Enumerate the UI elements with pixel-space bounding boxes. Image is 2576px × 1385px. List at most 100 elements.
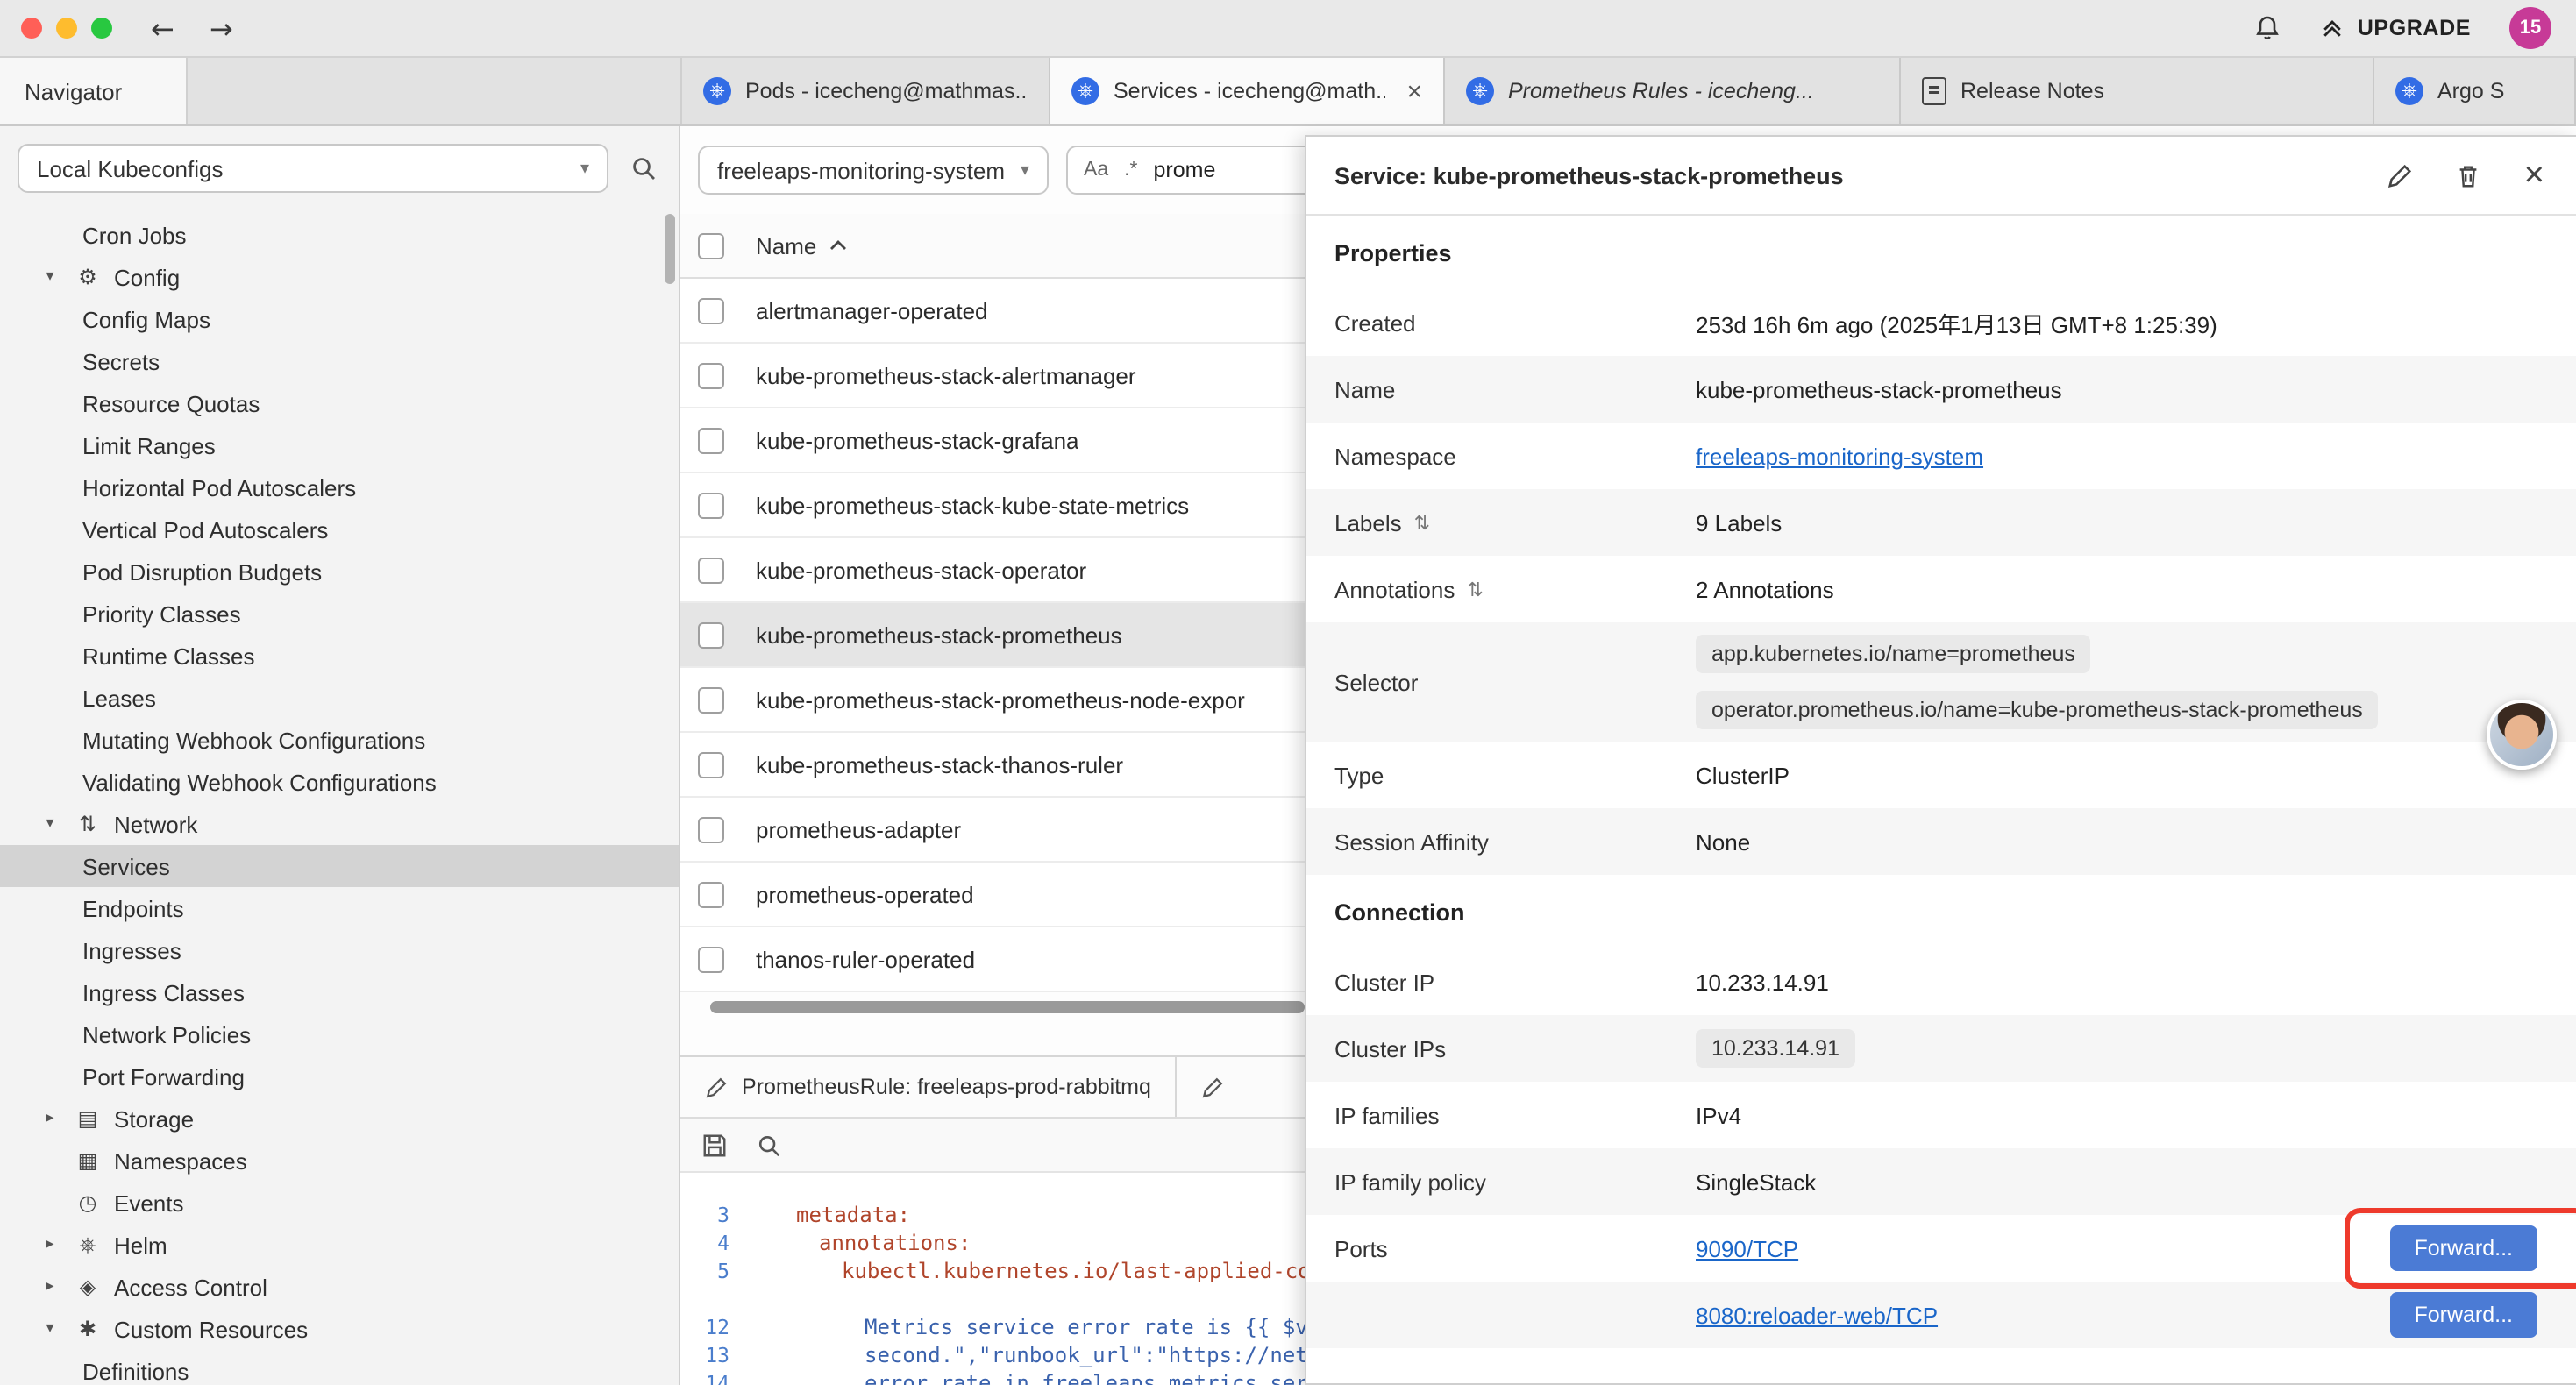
tab-label: Prometheus Rules - icecheng... xyxy=(1508,79,1878,103)
editor-search-icon[interactable] xyxy=(756,1132,782,1158)
sidebar-item-secrets[interactable]: Secrets xyxy=(0,340,679,382)
sidebar-item-storage[interactable]: ▸▤Storage xyxy=(0,1097,679,1140)
sidebar-item-label: Mutating Webhook Configurations xyxy=(82,727,425,753)
port-link[interactable]: 8080:reloader-web/TCP xyxy=(1696,1302,1938,1328)
sidebar-item-runtime-classes[interactable]: Runtime Classes xyxy=(0,635,679,677)
section-title-properties: Properties xyxy=(1306,216,2576,289)
tab-argo-s[interactable]: ⎈Argo S xyxy=(2374,58,2576,124)
account-badge[interactable]: 15 xyxy=(2509,7,2551,49)
namespace-link[interactable]: freeleaps-monitoring-system xyxy=(1696,443,1983,469)
sidebar-item-label: Events xyxy=(114,1190,184,1216)
detail-label-text: IP family policy xyxy=(1334,1168,1486,1195)
select-all-checkbox[interactable] xyxy=(698,232,724,259)
dock-tab-prometheusrule-freeleaps-prod-rabbitmq[interactable]: PrometheusRule: freeleaps-prod-rabbitmq xyxy=(680,1057,1178,1117)
detail-label: Ports xyxy=(1334,1235,1696,1261)
sidebar-item-endpoints[interactable]: Endpoints xyxy=(0,887,679,929)
row-checkbox[interactable] xyxy=(698,881,724,907)
regex-toggle[interactable]: .* xyxy=(1124,160,1137,181)
detail-label: Name xyxy=(1334,376,1696,402)
sidebar-item-mutating-webhook-configurations[interactable]: Mutating Webhook Configurations xyxy=(0,719,679,761)
port-link[interactable]: 9090/TCP xyxy=(1696,1235,1798,1261)
value-text: IPv4 xyxy=(1696,1102,1741,1128)
sidebar-item-services[interactable]: Services xyxy=(0,845,679,887)
kubeconfig-select[interactable]: Local Kubeconfigs ▾ xyxy=(18,144,608,193)
sidebar-item-label: Access Control xyxy=(114,1274,267,1300)
detail-row-session-affinity: Session AffinityNone xyxy=(1306,808,2576,875)
row-checkbox[interactable] xyxy=(698,686,724,713)
row-checkbox[interactable] xyxy=(698,946,724,972)
sidebar-item-definitions[interactable]: Definitions xyxy=(0,1350,679,1385)
tab-release-notes[interactable]: Release Notes xyxy=(1901,58,2374,124)
row-checkbox[interactable] xyxy=(698,557,724,583)
value-chip: app.kubernetes.io/name=prometheus xyxy=(1696,635,2091,673)
sidebar-item-ingress-classes[interactable]: Ingress Classes xyxy=(0,971,679,1013)
sidebar-item-namespaces[interactable]: ▦Namespaces xyxy=(0,1140,679,1182)
sidebar-item-access-control[interactable]: ▸◈Access Control xyxy=(0,1266,679,1308)
match-case-toggle[interactable]: Aa xyxy=(1084,160,1108,181)
notifications-bell-icon[interactable] xyxy=(2254,14,2282,42)
sidebar-item-config[interactable]: ▾⚙Config xyxy=(0,256,679,298)
close-tab-icon[interactable]: × xyxy=(1406,76,1422,106)
sidebar-item-horizontal-pod-autoscalers[interactable]: Horizontal Pod Autoscalers xyxy=(0,466,679,508)
sidebar-item-label: Pod Disruption Budgets xyxy=(82,558,322,585)
row-checkbox[interactable] xyxy=(698,297,724,323)
sidebar-item-priority-classes[interactable]: Priority Classes xyxy=(0,593,679,635)
forward-button[interactable]: Forward... xyxy=(2389,1292,2537,1338)
sidebar-item-label: Validating Webhook Configurations xyxy=(82,769,437,795)
edit-icon[interactable] xyxy=(2387,162,2414,188)
upgrade-button[interactable]: UPGRADE xyxy=(2321,16,2471,40)
row-checkbox[interactable] xyxy=(698,362,724,388)
tab-pods-icecheng-mathmas[interactable]: ⎈Pods - icecheng@mathmas... xyxy=(682,58,1050,124)
delete-icon[interactable] xyxy=(2456,162,2482,188)
tab-services-icecheng-math[interactable]: ⎈Services - icecheng@math...× xyxy=(1050,58,1445,124)
sidebar-item-port-forwarding[interactable]: Port Forwarding xyxy=(0,1055,679,1097)
value-text: 2 Annotations xyxy=(1696,576,1834,602)
tab-prometheus-rules-icecheng[interactable]: ⎈Prometheus Rules - icecheng... xyxy=(1445,58,1901,124)
sidebar-item-cron-jobs[interactable]: Cron Jobs xyxy=(0,214,679,256)
assistant-avatar[interactable] xyxy=(2487,700,2557,770)
sidebar-item-pod-disruption-budgets[interactable]: Pod Disruption Budgets xyxy=(0,550,679,593)
back-button[interactable]: ← xyxy=(151,11,174,45)
sidebar-item-ingresses[interactable]: Ingresses xyxy=(0,929,679,971)
sidebar-item-helm[interactable]: ▸⎈Helm xyxy=(0,1224,679,1266)
row-checkbox[interactable] xyxy=(698,427,724,453)
namespace-select[interactable]: freeleaps-monitoring-system ▾ xyxy=(698,146,1049,195)
sidebar-item-events[interactable]: ◷Events xyxy=(0,1182,679,1224)
row-checkbox[interactable] xyxy=(698,816,724,842)
sidebar-item-resource-quotas[interactable]: Resource Quotas xyxy=(0,382,679,424)
forward-button[interactable]: → xyxy=(210,11,233,45)
row-checkbox[interactable] xyxy=(698,751,724,778)
forward-button[interactable]: Forward... xyxy=(2389,1225,2537,1271)
sidebar-scrollbar[interactable] xyxy=(665,214,675,284)
custom-icon: ✱ xyxy=(74,1317,102,1341)
save-icon[interactable] xyxy=(701,1132,728,1158)
row-checkbox[interactable] xyxy=(698,621,724,648)
code-text: Metrics service error rate is {{ $va xyxy=(765,1315,1320,1339)
detail-value: kube-prometheus-stack-prometheus xyxy=(1696,376,2548,402)
horizontal-scrollbar-thumb[interactable] xyxy=(710,1001,1305,1013)
sidebar-item-vertical-pod-autoscalers[interactable]: Vertical Pod Autoscalers xyxy=(0,508,679,550)
value-text: 10.233.14.91 xyxy=(1696,969,1829,995)
sidebar-item-limit-ranges[interactable]: Limit Ranges xyxy=(0,424,679,466)
close-window-button[interactable] xyxy=(21,18,42,39)
sidebar-item-custom-resources[interactable]: ▾✱Custom Resources xyxy=(0,1308,679,1350)
minimize-window-button[interactable] xyxy=(56,18,77,39)
sidebar-item-leases[interactable]: Leases xyxy=(0,677,679,719)
column-header-name[interactable]: Name xyxy=(756,232,846,259)
sidebar-item-validating-webhook-configurations[interactable]: Validating Webhook Configurations xyxy=(0,761,679,803)
sidebar-item-network-policies[interactable]: Network Policies xyxy=(0,1013,679,1055)
detail-row-ip-family-policy: IP family policySingleStack xyxy=(1306,1148,2576,1215)
sidebar-item-network[interactable]: ▾⇅Network xyxy=(0,803,679,845)
sidebar-item-config-maps[interactable]: Config Maps xyxy=(0,298,679,340)
edit-icon xyxy=(1202,1076,1225,1098)
row-checkbox[interactable] xyxy=(698,492,724,518)
expand-toggle-icon[interactable]: ⇅ xyxy=(1414,511,1430,534)
zoom-window-button[interactable] xyxy=(91,18,112,39)
detail-value: IPv4 xyxy=(1696,1102,2548,1128)
sidebar-search-icon[interactable] xyxy=(630,154,658,182)
detail-row-cluster-ips: Cluster IPs10.233.14.91 xyxy=(1306,1015,2576,1082)
expand-toggle-icon[interactable]: ⇅ xyxy=(1467,578,1483,600)
tab-label: Release Notes xyxy=(1960,79,2352,103)
close-icon[interactable]: × xyxy=(2524,158,2544,193)
kubeconfig-select-value: Local Kubeconfigs xyxy=(37,155,224,181)
